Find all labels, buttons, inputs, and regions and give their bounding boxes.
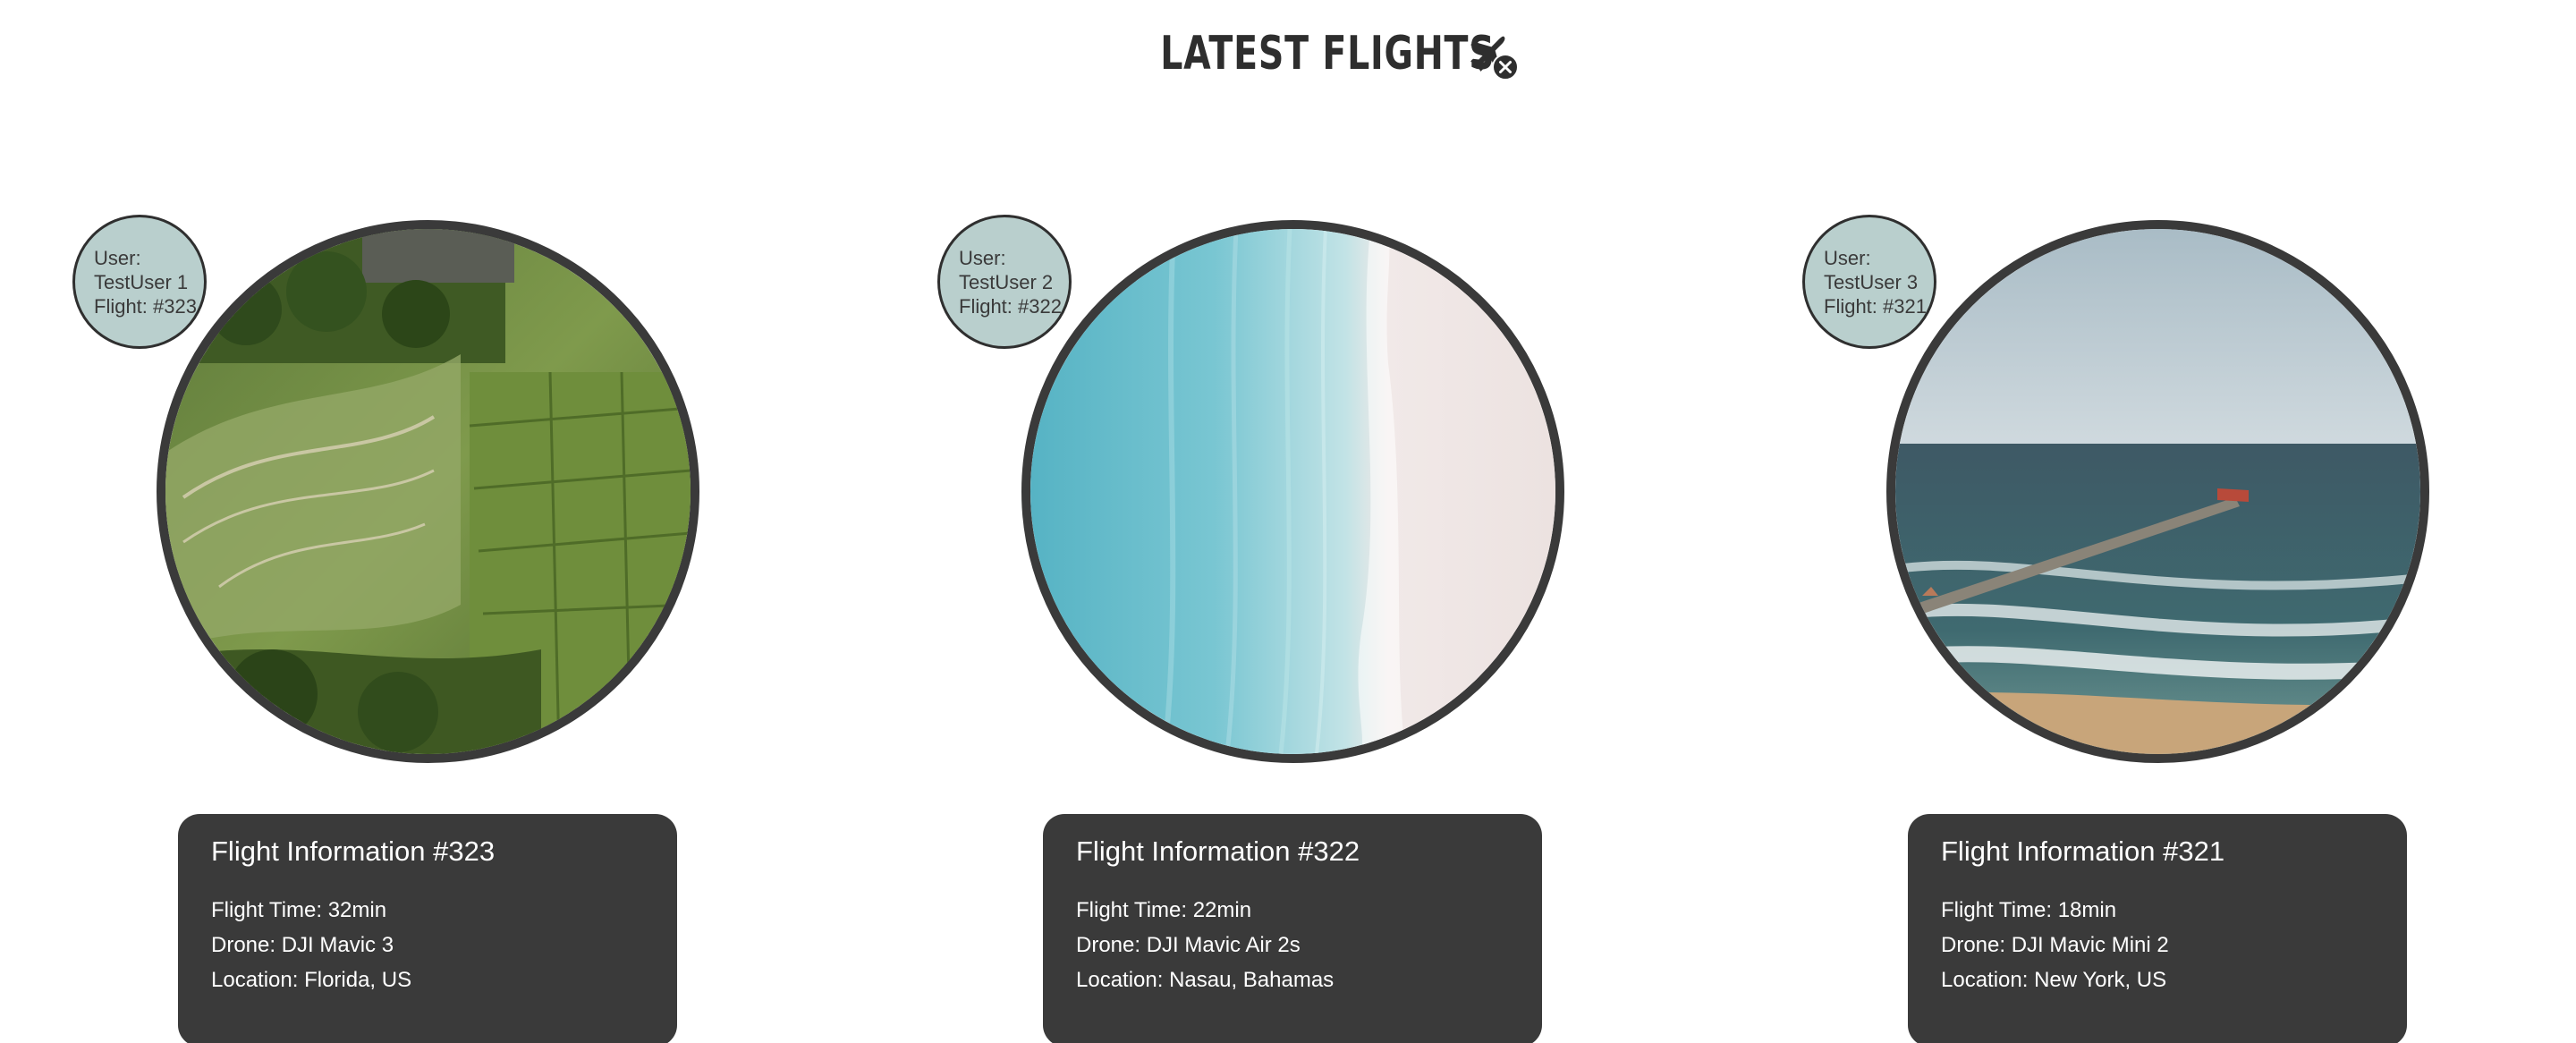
user-name: TestUser 3 bbox=[1824, 271, 1919, 293]
drone-model: Drone: DJI Mavic Mini 2 bbox=[1941, 933, 2169, 957]
flight-time: Flight Time: 22min bbox=[1076, 898, 1252, 922]
drone-model: Drone: DJI Mavic Air 2s bbox=[1076, 933, 1301, 957]
flight-number: Flight: #321 bbox=[1824, 295, 1927, 318]
flight-number: Flight: #323 bbox=[94, 295, 197, 318]
flight-number: Flight: #322 bbox=[959, 295, 1062, 318]
flight-photo-rice-terraces[interactable] bbox=[157, 220, 699, 763]
flight-info-panel: Flight Information #323 Flight Time: 32m… bbox=[178, 814, 677, 1043]
user-name: TestUser 1 bbox=[94, 271, 189, 293]
page-header: LATEST FLIGHTS bbox=[0, 20, 2576, 88]
flight-info-title: Flight Information #322 bbox=[1076, 835, 1360, 867]
user-bubble: User: TestUser 3 Flight: #321 bbox=[1802, 215, 1936, 349]
user-label: User: bbox=[959, 247, 1006, 269]
user-label: User: bbox=[94, 247, 141, 269]
flight-info-title: Flight Information #321 bbox=[1941, 835, 2225, 867]
user-bubble: User: TestUser 2 Flight: #322 bbox=[937, 215, 1072, 349]
flight-info-panel: Flight Information #322 Flight Time: 22m… bbox=[1043, 814, 1542, 1043]
flight-photo-beach[interactable] bbox=[1021, 220, 1564, 763]
user-bubble: User: TestUser 1 Flight: #323 bbox=[72, 215, 207, 349]
flight-card-323[interactable]: User: TestUser 1 Flight: #323 Flight Inf… bbox=[72, 215, 787, 1043]
flight-location: Location: New York, US bbox=[1941, 968, 2167, 992]
user-label: User: bbox=[1824, 247, 1871, 269]
rice-terraces-image bbox=[165, 229, 691, 754]
latest-flights-page: LATEST FLIGHTS User: TestUser 1 Flight: … bbox=[0, 0, 2576, 1043]
flight-time: Flight Time: 18min bbox=[1941, 898, 2117, 922]
flight-time: Flight Time: 32min bbox=[211, 898, 387, 922]
user-name: TestUser 2 bbox=[959, 271, 1054, 293]
flight-photo-pier[interactable] bbox=[1886, 220, 2429, 763]
flight-info-panel: Flight Information #321 Flight Time: 18m… bbox=[1908, 814, 2407, 1043]
page-title: LATEST FLIGHTS bbox=[1159, 27, 1496, 81]
beach-shoreline-image bbox=[1030, 229, 1555, 754]
flight-card-322[interactable]: User: TestUser 2 Flight: #322 Flight Inf… bbox=[936, 215, 1652, 1043]
ocean-pier-image bbox=[1895, 229, 2420, 754]
flight-info-title: Flight Information #323 bbox=[211, 835, 496, 867]
flight-location: Location: Nasau, Bahamas bbox=[1076, 968, 1335, 992]
flight-location: Location: Florida, US bbox=[211, 968, 412, 992]
drone-model: Drone: DJI Mavic 3 bbox=[211, 933, 394, 957]
flight-card-321[interactable]: User: TestUser 3 Flight: #321 Flight Inf… bbox=[1801, 215, 2517, 1043]
